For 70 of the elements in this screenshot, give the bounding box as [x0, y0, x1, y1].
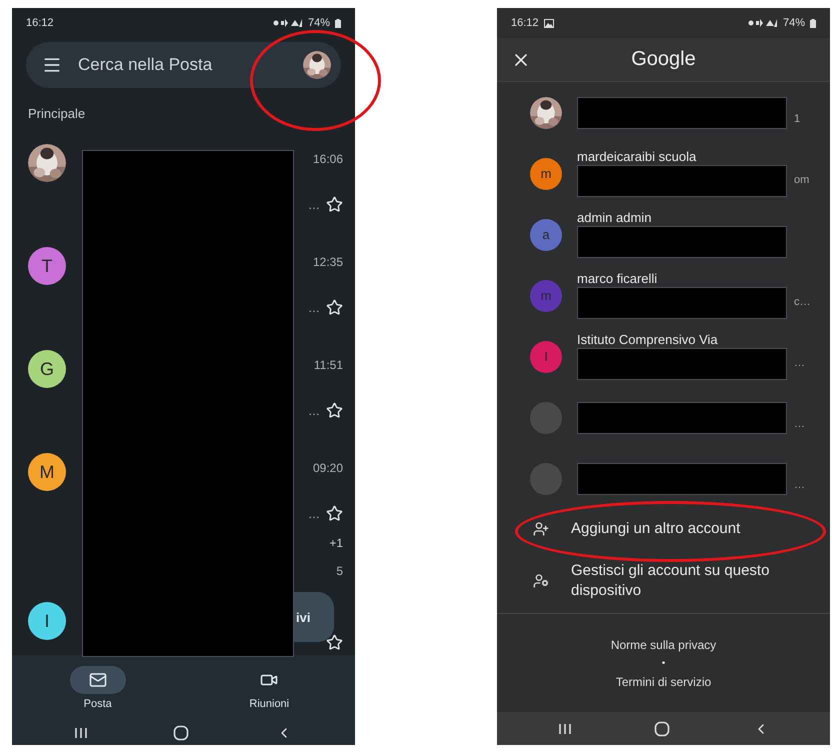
home-icon[interactable]: [173, 724, 190, 740]
image-icon: [544, 18, 554, 28]
account-row[interactable]: a admin admin: [497, 204, 830, 265]
account-row[interactable]: …: [497, 387, 830, 448]
signal-icon: [748, 18, 778, 28]
account-row[interactable]: m mardeicaraibi scuola om: [497, 143, 830, 204]
separator-dot: •: [662, 658, 666, 668]
battery-icon: [810, 18, 816, 28]
account-action[interactable]: Aggiungi un altro account: [497, 509, 830, 549]
letter-avatar: I: [28, 602, 66, 640]
letter-avatar: M: [28, 453, 66, 491]
blank-avatar: [530, 462, 562, 494]
account-name: mardeicaraibi scuola: [577, 150, 698, 164]
account-name: admin admin: [577, 211, 652, 225]
account-row[interactable]: 1: [497, 82, 830, 143]
email-time: 11:51: [314, 358, 343, 372]
letter-avatar: I: [530, 340, 562, 372]
account-email-fragment: …: [794, 416, 805, 430]
status-time: 16:12: [511, 17, 539, 29]
star-icon[interactable]: [326, 402, 343, 419]
account-email-fragment: 1: [794, 112, 800, 124]
blank-avatar: [530, 402, 562, 434]
account-email-fragment: om: [794, 172, 810, 186]
letter-avatar: m: [530, 158, 562, 190]
letter-avatar: T: [28, 247, 66, 285]
account-email-fragment: …: [794, 356, 805, 368]
mail-icon: [88, 670, 107, 688]
search-field[interactable]: Cerca nella Posta: [76, 54, 289, 76]
star-icon[interactable]: [326, 634, 343, 651]
home-icon[interactable]: [654, 720, 670, 736]
status-time: 16:12: [26, 17, 54, 29]
bottom-nav-tab[interactable]: Riunioni: [184, 655, 355, 720]
email-snippet: …: [308, 300, 320, 314]
letter-avatar: m: [530, 280, 562, 312]
account-row[interactable]: …: [497, 448, 830, 509]
email-time: 12:35: [312, 255, 343, 269]
account-name: Istituto Comprensivo Via: [577, 333, 719, 347]
section-heading: Principale: [28, 106, 86, 121]
recent-apps-icon[interactable]: [75, 726, 88, 738]
add-person-icon: [533, 521, 549, 537]
battery-icon: [335, 18, 341, 28]
battery-percentage: 74%: [782, 17, 805, 29]
account-name: marco ficarelli: [577, 272, 658, 286]
battery-percentage: 74%: [308, 17, 330, 29]
bottom-nav-tab[interactable]: Posta: [12, 655, 184, 720]
account-action[interactable]: Gestisci gli account su questo dispositivo: [497, 549, 830, 613]
privacy-link[interactable]: Norme sulla privacy: [610, 638, 716, 652]
letter-avatar: G: [28, 350, 66, 388]
more-labels-count: +1: [329, 536, 343, 550]
account-row[interactable]: I Istituto Comprensivo Via …: [497, 326, 830, 387]
letter-avatar: a: [530, 218, 562, 250]
terms-link[interactable]: Termini di servizio: [616, 674, 712, 688]
compose-button[interactable]: ivi: [292, 592, 334, 642]
email-snippet: …: [308, 198, 320, 212]
account-email-fragment: …: [794, 478, 805, 490]
email-snippet: …: [308, 404, 320, 418]
account-row[interactable]: m marco ficarelli c…: [497, 265, 830, 326]
recent-apps-icon[interactable]: [558, 722, 570, 734]
dialog-title: Google: [631, 48, 696, 71]
signal-icon: [272, 18, 303, 28]
manage-accounts-icon: [533, 573, 549, 589]
email-snippet: …: [308, 506, 320, 520]
search-bar[interactable]: Cerca nella Posta: [26, 42, 341, 88]
email-time: 5: [336, 564, 343, 578]
email-time: 09:20: [312, 461, 343, 475]
email-time: 16:06: [312, 152, 343, 166]
star-icon[interactable]: [326, 196, 343, 213]
star-icon[interactable]: [326, 299, 343, 316]
star-icon[interactable]: [326, 505, 343, 522]
account-email-fragment: c…: [794, 294, 810, 308]
